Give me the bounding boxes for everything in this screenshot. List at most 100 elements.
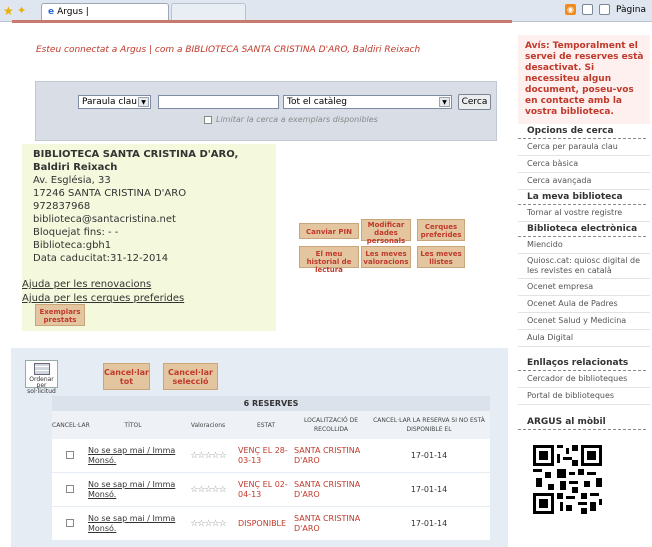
loans-button[interactable]: Exemplars prestats — [35, 304, 85, 326]
table-row: No se sap mai / Imma Monsó. ☆☆☆☆☆ VENÇ E… — [52, 473, 490, 507]
search-button[interactable]: Cerca — [458, 94, 491, 110]
cancel-checkbox[interactable] — [66, 450, 74, 459]
sidebar-item-return-record[interactable]: Tornar al vostre registre — [518, 205, 650, 222]
sidebar-item-ocenet-salud[interactable]: Ocenet Salud y Medicina — [518, 313, 650, 330]
page-menu[interactable]: Pàgina — [616, 5, 646, 15]
help-searches-link[interactable]: Ajuda per les cerques preferides — [22, 292, 184, 306]
user-email: biblioteca@santacristina.net — [33, 214, 176, 225]
new-tab[interactable] — [171, 3, 246, 21]
col-status: ESTAT — [256, 421, 276, 429]
sidebar-item-library-portal[interactable]: Portal de biblioteques — [518, 388, 650, 405]
related-sidebar: Enllaços relacionats Cercador de bibliot… — [518, 356, 650, 430]
user-address: Av. Església, 33 — [33, 175, 111, 186]
chevron-down-icon: ▼ — [439, 97, 450, 107]
reserve-title-link[interactable]: No se sap mai / Imma Monsó. — [88, 446, 178, 466]
reserve-location: SANTA CRISTINA D'ARO — [294, 479, 361, 499]
search-box: Paraula clau ▼ Tot el catàleg ▼ Cerca Limi… — [35, 81, 497, 141]
sidebar-item-quiosc[interactable]: Quiosc.cat: quiosc digital de les revist… — [518, 254, 650, 279]
sidebar-item-basic-search[interactable]: Cerca bàsica — [518, 156, 650, 173]
sidebar-item-ocenet-empresa[interactable]: Ocenet empresa — [518, 279, 650, 296]
table-icon — [33, 363, 50, 375]
reserves-table: 6 RESERVES CANCEL·LAR TÍTOL Valoracions … — [52, 396, 490, 541]
my-library-heading: La meva biblioteca — [518, 190, 646, 205]
chevron-down-icon: ▼ — [138, 97, 149, 107]
search-input[interactable] — [158, 95, 279, 109]
browser-toolbar: ★ ✦ e Argus | ◉ Pàgina — [0, 0, 652, 22]
tab-title: Argus | — [57, 7, 89, 17]
related-links-heading: Enllaços relacionats — [518, 356, 646, 371]
cancel-checkbox[interactable] — [66, 518, 74, 527]
user-expiry: Data caducitat:31-12-2014 — [33, 253, 169, 264]
favorites-star-icon[interactable]: ★ — [3, 4, 14, 18]
col-cancel-if-unavailable: CANCEL·LAR LA RESERVA SI NO ESTÀ DISPONI… — [373, 417, 485, 433]
reserves-count: 6 RESERVES — [52, 396, 490, 411]
reservations-notice: Avís: Temporalment el servei de reserves… — [518, 35, 650, 124]
table-row: No se sap mai / Imma Monsó. ☆☆☆☆☆ DISPON… — [52, 507, 490, 541]
reserve-status: DISPONIBLE — [238, 518, 287, 528]
search-options-heading: Opcions de cerca — [518, 124, 646, 139]
right-sidebar: Avís: Temporalment el servei de reserves… — [518, 35, 650, 347]
catalog-select[interactable]: Tot el catàleg ▼ — [283, 95, 452, 109]
user-city: 17246 SANTA CRISTINA D'ARO — [33, 188, 187, 199]
cancel-selection-button[interactable]: Cancel·lar selecció — [163, 363, 218, 390]
col-ratings: Valoracions — [190, 421, 226, 429]
table-header: CANCEL·LAR TÍTOL Valoracions ESTAT LOCAL… — [52, 411, 490, 439]
reserve-location: SANTA CRISTINA D'ARO — [294, 513, 361, 533]
reserve-status: VENÇ EL 28-03-13 — [238, 445, 288, 465]
sidebar-item-keyword-search[interactable]: Cerca per paraula clau — [518, 139, 650, 156]
qr-code-icon — [530, 442, 605, 517]
change-pin-button[interactable]: Canviar PIN — [299, 223, 359, 239]
user-name: BIBLIOTECA SANTA CRISTINA D'ARO, Baldiri… — [33, 149, 239, 173]
catalog-value: Tot el catàleg — [287, 97, 348, 107]
reserve-title-link[interactable]: No se sap mai / Imma Monsó. — [88, 480, 178, 500]
rss-icon[interactable]: ◉ — [565, 4, 577, 15]
col-location: LOCALITZACIÓ DE RECOLLIDA — [303, 417, 359, 433]
sidebar-item-library-finder[interactable]: Cercador de biblioteques — [518, 371, 650, 388]
my-lists-button[interactable]: Les meves llistes — [417, 246, 465, 268]
connected-message: Esteu connectat a Argus | com a BIBLIOTE… — [36, 45, 421, 55]
my-ratings-button[interactable]: Les meves valoracions — [361, 246, 411, 268]
cancel-all-button[interactable]: Cancel·lar tot — [103, 363, 150, 390]
user-blocked: Bloquejat fins: - - — [33, 227, 119, 238]
search-field-value: Paraula clau — [82, 97, 138, 107]
sort-label: Ordenar per sol·licitud — [27, 376, 56, 395]
reserve-cancel-date: 17-01-14 — [410, 519, 448, 528]
limit-label: Limitar la cerca a exemplars disponibles — [216, 115, 378, 124]
command-bar: ◉ Pàgina — [565, 4, 646, 15]
reserve-cancel-date: 17-01-14 — [410, 451, 448, 460]
reserve-title-link[interactable]: No se sap mai / Imma Monsó. — [88, 514, 178, 534]
rating-stars-icon[interactable]: ☆☆☆☆☆ — [190, 485, 226, 495]
col-title: TÍTOL — [124, 421, 142, 429]
search-field-select[interactable]: Paraula clau ▼ — [78, 95, 151, 109]
electronic-library-heading: Biblioteca electrònica — [518, 222, 646, 237]
sidebar-item-miencido[interactable]: Miencido — [518, 237, 650, 254]
browser-tab[interactable]: e Argus | — [41, 3, 169, 21]
user-library: Biblioteca:gbh1 — [33, 240, 112, 251]
rating-stars-icon[interactable]: ☆☆☆☆☆ — [190, 519, 226, 529]
sidebar-item-advanced-search[interactable]: Cerca avançada — [518, 173, 650, 190]
mobile-heading: ARGUS al mòbil — [518, 415, 646, 430]
sidebar-item-ocenet-aula[interactable]: Ocenet Aula de Padres — [518, 296, 650, 313]
reserve-location: SANTA CRISTINA D'ARO — [294, 445, 361, 465]
reserve-cancel-date: 17-01-14 — [410, 485, 448, 494]
sidebar-item-aula-digital[interactable]: Aula Digital — [518, 330, 650, 347]
reading-history-button[interactable]: El meu historial de lectura — [299, 246, 359, 274]
limit-available[interactable]: Limitar la cerca a exemplars disponibles — [204, 115, 378, 124]
cancel-checkbox[interactable] — [66, 484, 74, 493]
user-phone: 972837968 — [33, 201, 91, 212]
header-band — [12, 20, 512, 23]
preferred-searches-button[interactable]: Cerques preferides — [417, 219, 465, 241]
print-icon[interactable] — [582, 4, 594, 15]
col-cancel: CANCEL·LAR — [52, 421, 90, 429]
modify-data-button[interactable]: Modificar dades personals — [361, 219, 411, 245]
page-icon[interactable] — [599, 4, 611, 15]
sort-by-request-button[interactable]: Ordenar per sol·licitud — [25, 360, 58, 395]
add-favorite-icon[interactable]: ✦ — [17, 4, 26, 17]
help-links: Ajuda per les renovacions Ajuda per les … — [22, 278, 184, 306]
reserves-panel: Ordenar per sol·licitud Cancel·lar tot C… — [11, 348, 508, 547]
limit-checkbox[interactable] — [204, 115, 212, 124]
main-panel: Esteu connectat a Argus | com a BIBLIOTE… — [11, 27, 508, 337]
help-renewals-link[interactable]: Ajuda per les renovacions — [22, 278, 184, 292]
table-row: No se sap mai / Imma Monsó. ☆☆☆☆☆ VENÇ E… — [52, 439, 490, 473]
rating-stars-icon[interactable]: ☆☆☆☆☆ — [190, 451, 226, 461]
